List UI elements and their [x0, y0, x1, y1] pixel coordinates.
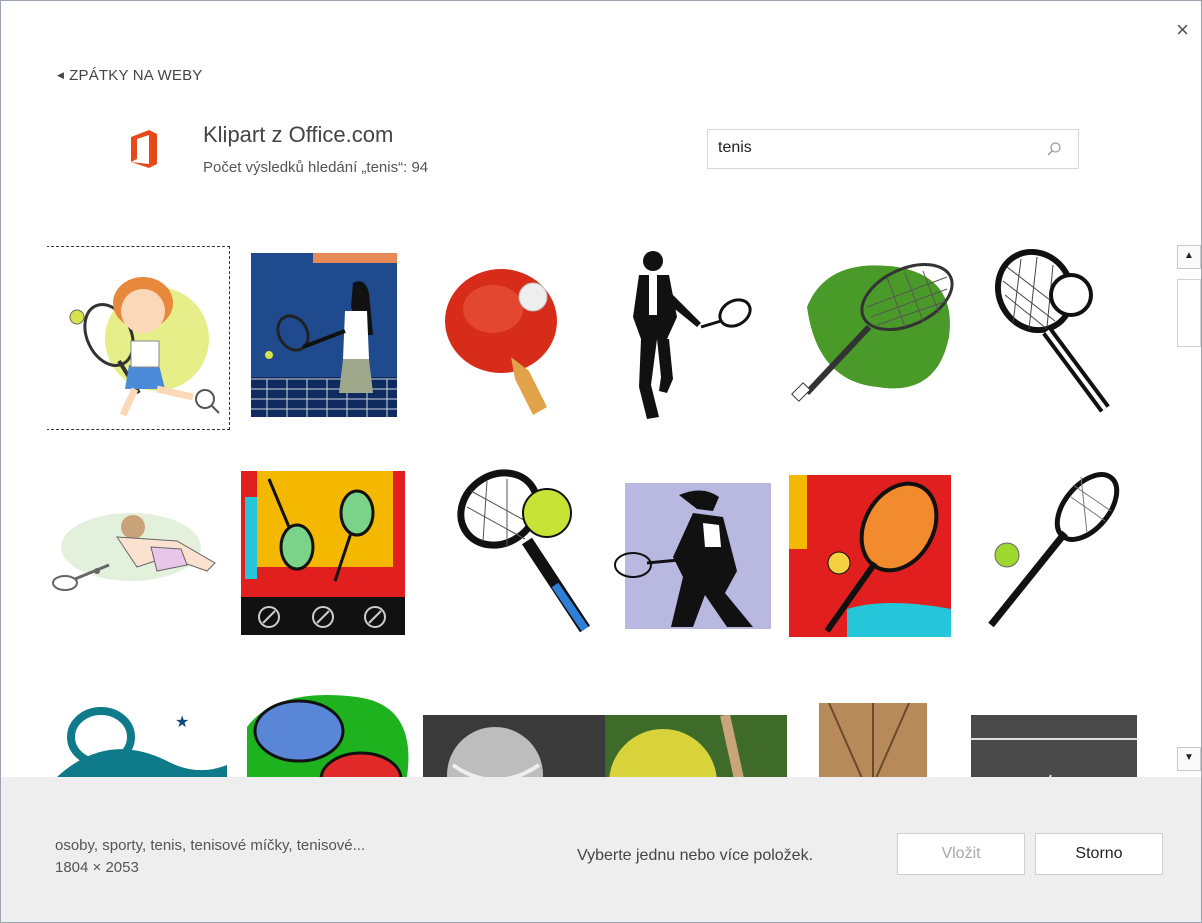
result-thumbnail[interactable] — [437, 467, 619, 649]
result-thumbnail[interactable] — [605, 715, 787, 777]
back-to-sites-link[interactable]: ◀ ZPÁTKY NA WEBY — [57, 67, 203, 84]
insert-button[interactable]: Vložit — [897, 833, 1025, 875]
scroll-up-icon[interactable]: ▲ — [1177, 245, 1201, 269]
result-thumbnail[interactable] — [787, 467, 969, 649]
back-arrow-icon: ◀ — [57, 70, 65, 80]
result-thumbnail[interactable] — [423, 715, 605, 777]
back-link-label: ZPÁTKY NA WEBY — [69, 67, 203, 84]
office-logo-icon — [131, 130, 157, 168]
search-box[interactable] — [707, 129, 1079, 169]
result-thumbnail[interactable] — [247, 247, 429, 429]
result-thumbnail[interactable] — [971, 715, 1147, 777]
results-scrollbar[interactable]: ▲ ▼ — [1177, 245, 1201, 775]
result-thumbnail[interactable] — [47, 246, 230, 430]
result-thumbnail[interactable] — [967, 247, 1147, 429]
cancel-button[interactable]: Storno — [1035, 833, 1163, 875]
clipart-dialog: × ◀ ZPÁTKY NA WEBY Klipart z Office.com P… — [0, 0, 1202, 923]
dialog-footer: osoby, sporty, tenis, tenisové míčky, te… — [1, 777, 1201, 922]
result-thumbnail[interactable]: ★ — [47, 691, 229, 777]
result-thumbnail[interactable] — [237, 687, 419, 777]
result-thumbnail[interactable] — [787, 247, 969, 429]
selected-item-size: 1804 × 2053 — [55, 859, 139, 876]
result-thumbnail[interactable] — [47, 467, 229, 649]
close-icon[interactable]: × — [1176, 19, 1189, 41]
selected-item-keywords: osoby, sporty, tenis, tenisové míčky, te… — [55, 837, 366, 854]
result-thumbnail[interactable] — [977, 467, 1147, 649]
result-thumbnail[interactable] — [607, 467, 789, 649]
result-count: Počet výsledků hledání „tenis“: 94 — [203, 159, 429, 176]
result-thumbnail[interactable] — [429, 247, 611, 429]
search-input[interactable] — [718, 139, 1038, 157]
result-thumbnail[interactable] — [239, 467, 421, 649]
scroll-thumb[interactable] — [1177, 279, 1201, 347]
results-grid: ★ — [47, 241, 1147, 777]
svg-text:★: ★ — [175, 712, 189, 731]
selection-hint: Vyberte jednu nebo více položek. — [577, 847, 814, 864]
provider-title: Klipart z Office.com — [203, 122, 394, 147]
search-icon[interactable] — [1046, 141, 1062, 157]
scroll-down-icon[interactable]: ▼ — [1177, 747, 1201, 771]
result-thumbnail[interactable] — [611, 247, 793, 429]
